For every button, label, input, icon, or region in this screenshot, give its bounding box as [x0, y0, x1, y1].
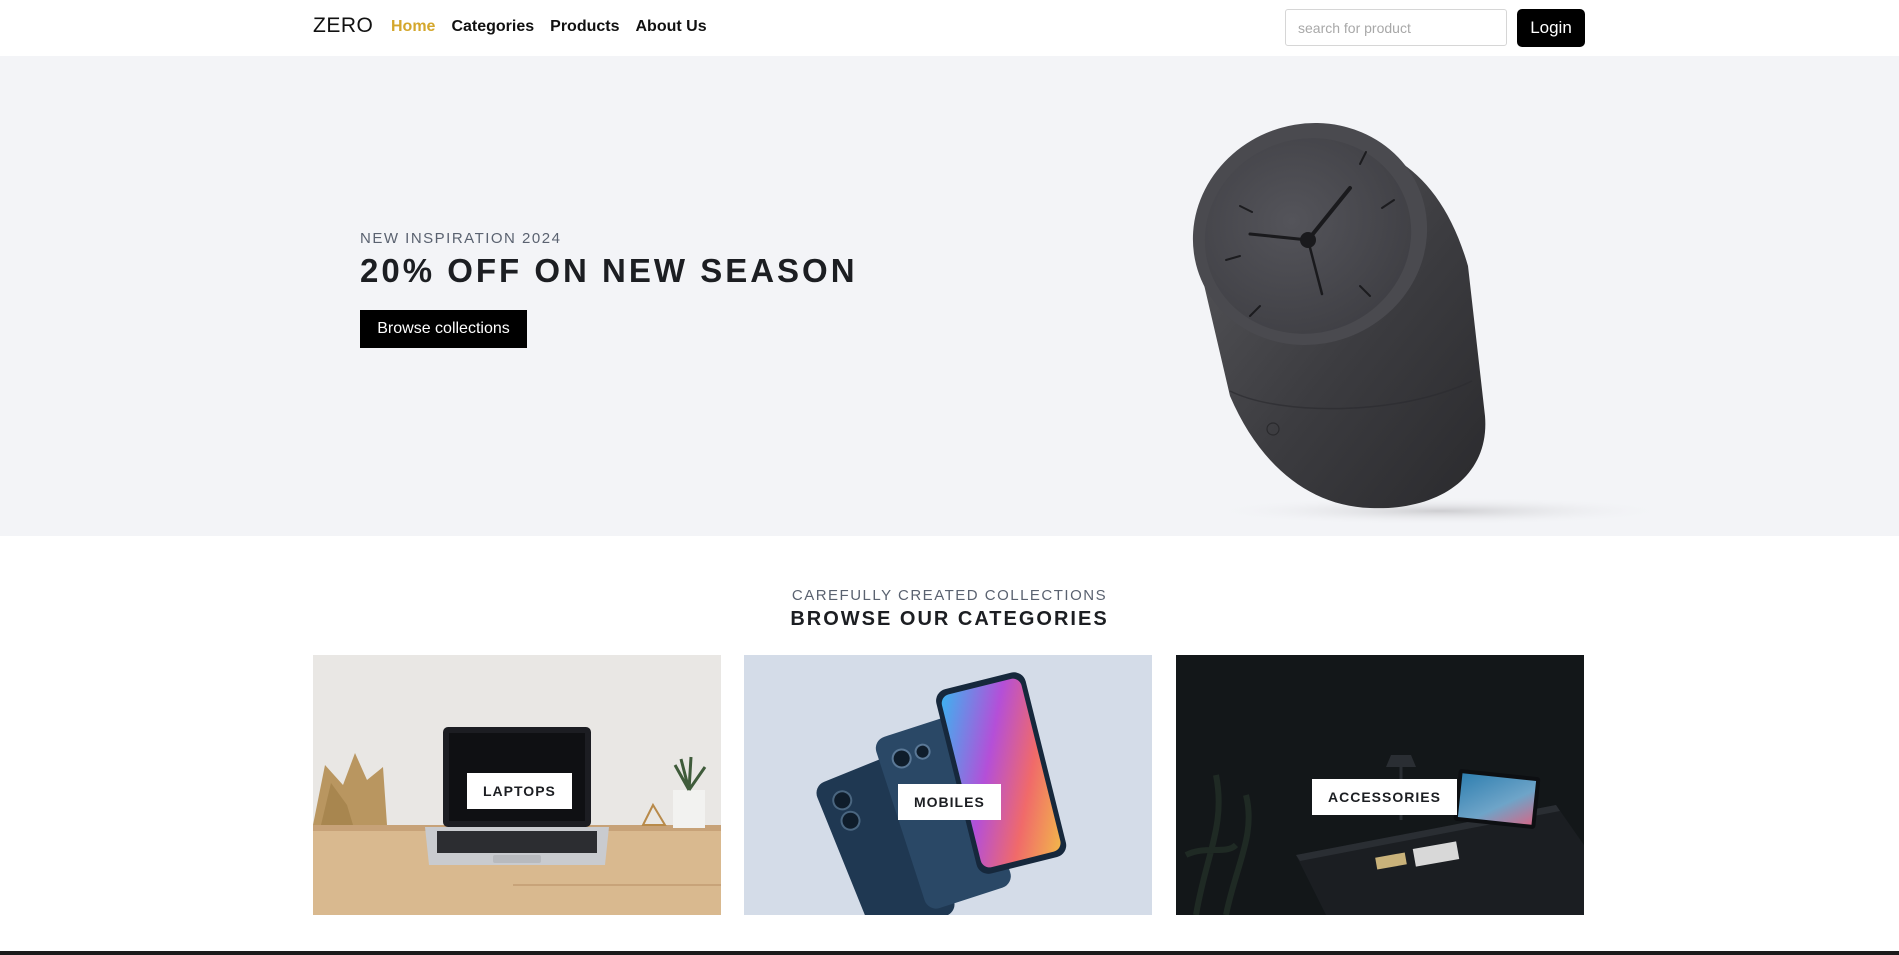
nav-products[interactable]: Products: [550, 18, 619, 36]
nav-about-us[interactable]: About Us: [636, 18, 707, 36]
main-nav: Home Categories Products About Us: [391, 18, 723, 36]
clock-image: [1192, 123, 1670, 525]
hero-headline: 20% OFF ON NEW SEASON: [360, 252, 858, 289]
login-button[interactable]: Login: [1517, 9, 1585, 47]
category-card-accessories[interactable]: ACCESSORIES: [1176, 655, 1584, 915]
hero-banner: NEW INSPIRATION 2024 20% OFF ON NEW SEAS…: [0, 56, 1899, 536]
hero-eyebrow: NEW INSPIRATION 2024: [360, 230, 562, 247]
category-label-accessories: ACCESSORIES: [1312, 779, 1457, 815]
page-bottom-divider: [0, 951, 1899, 955]
brand-logo[interactable]: ZERO: [313, 14, 373, 38]
browse-collections-button[interactable]: Browse collections: [360, 310, 527, 348]
category-card-mobiles[interactable]: MOBILES: [744, 655, 1152, 915]
top-navbar: ZERO Home Categories Products About Us L…: [0, 0, 1899, 56]
nav-categories[interactable]: Categories: [451, 18, 534, 36]
category-card-laptops[interactable]: LAPTOPS: [313, 655, 721, 915]
categories-title: BROWSE OUR CATEGORIES: [790, 608, 1109, 630]
nav-home[interactable]: Home: [391, 18, 435, 36]
category-label-mobiles: MOBILES: [898, 784, 1001, 820]
categories-eyebrow: CAREFULLY CREATED COLLECTIONS: [791, 587, 1108, 604]
search-input[interactable]: [1285, 9, 1507, 46]
category-label-laptops: LAPTOPS: [467, 773, 572, 809]
